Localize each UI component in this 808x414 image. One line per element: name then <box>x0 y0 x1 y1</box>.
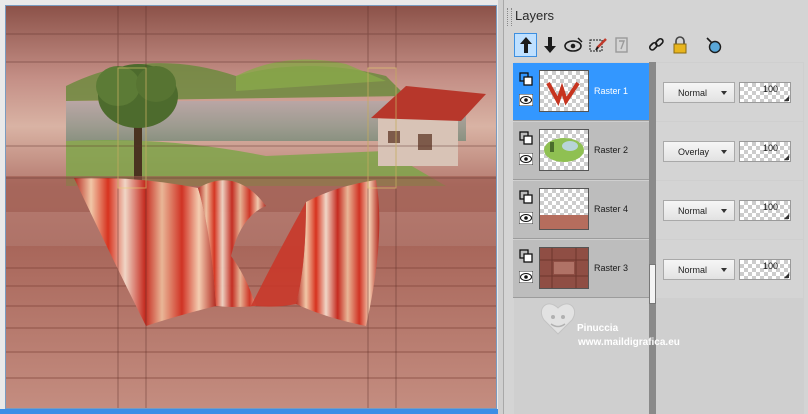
canvas-workspace[interactable] <box>0 0 503 414</box>
artwork <box>6 6 496 408</box>
blend-mode-dropdown[interactable]: Overlay <box>663 141 735 162</box>
opacity-field[interactable]: 100 <box>739 141 791 162</box>
blend-mode-value: Normal <box>678 206 708 216</box>
layer-thumbnail <box>539 188 589 230</box>
layers-splitter[interactable] <box>649 62 656 414</box>
chevron-down-icon <box>721 268 727 272</box>
thumbnail-art <box>544 138 584 162</box>
opacity-value: 100 <box>762 84 778 94</box>
layer-thumbnail <box>539 247 589 289</box>
opacity-slider-icon <box>784 214 789 219</box>
canvas-image[interactable] <box>6 6 496 408</box>
panel-drag-grip[interactable] <box>507 8 512 26</box>
layer-row[interactable]: Raster 4 Normal 100 <box>513 181 803 239</box>
opacity-value: 100 <box>762 143 778 153</box>
layer-info[interactable]: Raster 4 <box>513 181 649 239</box>
chevron-down-icon <box>721 150 727 154</box>
edit-selection-button[interactable] <box>586 33 609 57</box>
blend-mode-dropdown[interactable]: Normal <box>663 200 735 221</box>
blend-mode-value: Overlay <box>678 147 710 157</box>
visibility-toggle-icon <box>563 37 583 52</box>
blend-mode-dropdown[interactable]: Normal <box>663 82 735 103</box>
layer-row[interactable]: Raster 2 Overlay 100 <box>513 122 803 180</box>
layer-type-icon <box>519 249 533 263</box>
layer-name: Raster 4 <box>594 204 629 214</box>
thumbnail-art <box>540 215 588 229</box>
layer-name: Raster 3 <box>594 263 629 273</box>
blend-mode-value: Normal <box>678 88 708 98</box>
chevron-down-icon <box>721 209 727 213</box>
properties-icon <box>705 37 721 54</box>
opacity-value: 100 <box>762 261 778 271</box>
opacity-field[interactable]: 100 <box>739 82 791 103</box>
layer-type-icon <box>519 131 533 145</box>
edit-selection-icon <box>589 38 607 52</box>
layer-info[interactable]: Raster 1 <box>513 63 649 121</box>
canvas-horizontal-scrollbar[interactable] <box>0 409 503 414</box>
watermark-url: www.maildigrafica.eu <box>578 337 680 348</box>
lock-transparency-button[interactable] <box>668 33 691 57</box>
visibility-toggle-button[interactable] <box>562 33 585 57</box>
watermark-logo <box>540 303 576 335</box>
panel-title: Layers <box>515 8 555 23</box>
visibility-eye-icon[interactable] <box>519 153 533 165</box>
opacity-field[interactable]: 100 <box>739 200 791 221</box>
layer-name: Raster 2 <box>594 145 629 155</box>
blend-mode-dropdown[interactable]: Normal <box>663 259 735 280</box>
chevron-down-icon <box>721 91 727 95</box>
opacity-field[interactable]: 100 <box>739 259 791 280</box>
properties-button[interactable] <box>702 33 725 57</box>
lock-transparency-icon <box>673 36 686 54</box>
visibility-eye-icon[interactable] <box>519 212 533 224</box>
layer-name: Raster 1 <box>594 86 629 96</box>
layer-info[interactable]: Raster 3 <box>513 240 649 298</box>
mask-icon <box>614 37 628 53</box>
layer-thumbnail <box>539 129 589 171</box>
move-layer-up-icon <box>519 37 532 53</box>
link-layer-button[interactable] <box>644 33 667 57</box>
layer-row[interactable]: Raster 3 Normal 100 <box>513 240 803 298</box>
blend-mode-value: Normal <box>678 265 708 275</box>
visibility-eye-icon[interactable] <box>519 94 533 106</box>
thumbnail-art <box>546 81 580 106</box>
layers-toolbar <box>514 33 726 57</box>
watermark-name: Pinuccia <box>577 323 619 334</box>
link-layer-icon <box>648 37 664 51</box>
layer-type-icon <box>519 190 533 204</box>
move-layer-down-icon <box>543 37 556 53</box>
layer-type-icon <box>519 72 533 86</box>
layer-thumbnail <box>539 70 589 112</box>
visibility-eye-icon[interactable] <box>519 271 533 283</box>
opacity-slider-icon <box>784 96 789 101</box>
layer-info[interactable]: Raster 2 <box>513 122 649 180</box>
layer-row[interactable]: Raster 1 Normal 100 <box>513 63 803 121</box>
opacity-slider-icon <box>784 273 789 278</box>
opacity-value: 100 <box>762 202 778 212</box>
thumbnail-art <box>540 248 588 288</box>
move-layer-down-button[interactable] <box>538 33 561 57</box>
move-layer-up-button[interactable] <box>514 33 537 57</box>
mask-button[interactable] <box>610 33 633 57</box>
opacity-slider-icon <box>784 155 789 160</box>
